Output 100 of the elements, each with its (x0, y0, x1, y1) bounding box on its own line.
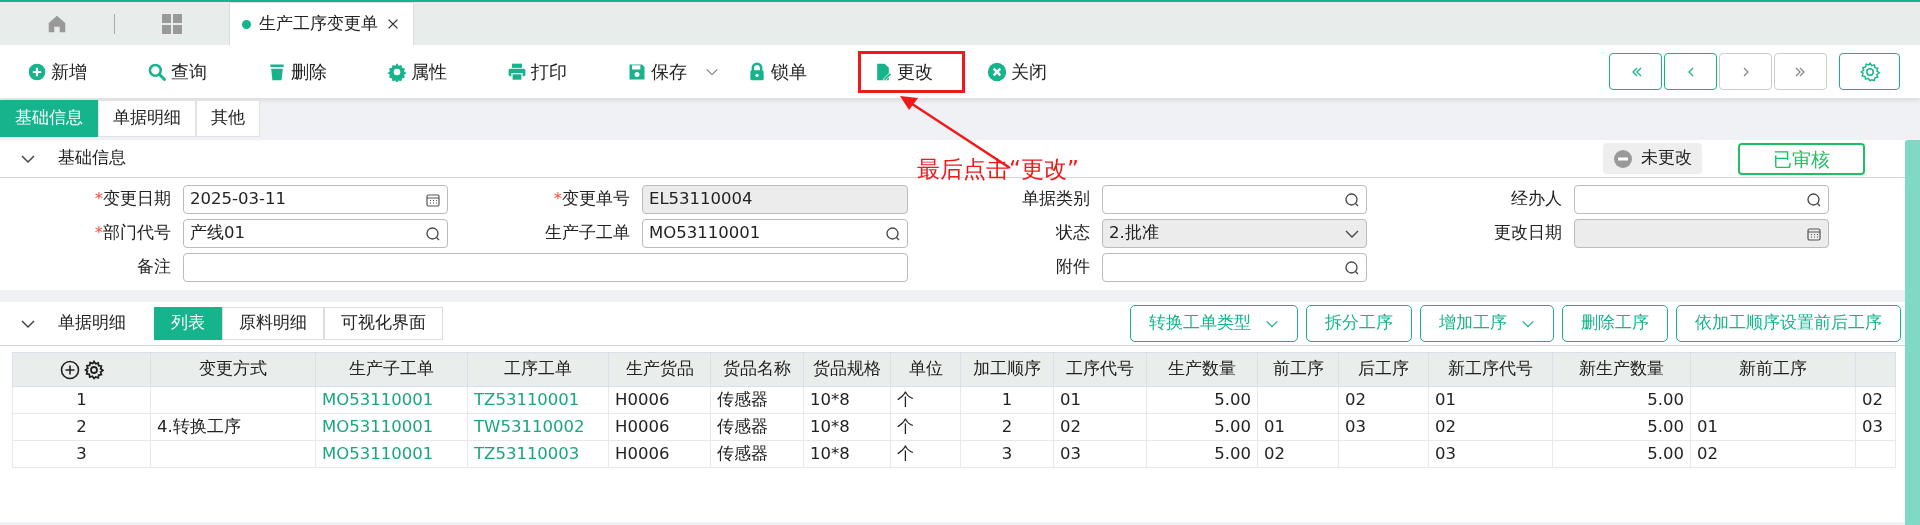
table-cell: 个 (890, 440, 961, 468)
nav-button[interactable] (1664, 53, 1717, 90)
toolbar-button[interactable]: 打印 (498, 50, 618, 93)
input-field[interactable]: 产线01 (183, 219, 448, 248)
toolbar-button[interactable]: 新增 (18, 50, 138, 93)
field-label: 更改日期 (1493, 222, 1562, 245)
field-label: 状态 (1055, 222, 1090, 245)
required-mark: * (553, 189, 562, 209)
gear-icon (387, 61, 407, 82)
add-row-icon (59, 359, 80, 380)
required-mark: * (94, 223, 103, 243)
table-cell: 03 (1428, 440, 1553, 468)
table-cell: 03 (1053, 440, 1147, 468)
view-tab[interactable]: 原料明细 (222, 307, 324, 340)
table-cell: 5.00 (1552, 386, 1691, 414)
grid-icon (160, 11, 184, 36)
column-header[interactable]: 货品规格 (803, 352, 891, 387)
form-tab[interactable]: 其他 (196, 100, 260, 137)
column-header[interactable]: 新前工序 (1690, 352, 1856, 387)
column-header[interactable]: 新生产数量 (1552, 352, 1691, 387)
minus-icon (1613, 148, 1633, 169)
column-header[interactable]: 工序代号 (1053, 352, 1147, 387)
table-cell: H0006 (608, 386, 711, 414)
toolbar-button[interactable]: 关闭 (978, 50, 1098, 93)
table-cell: 传感器 (710, 413, 804, 441)
search-icon (1806, 191, 1822, 208)
row-number: 3 (12, 440, 151, 468)
column-header[interactable]: 货品名称 (710, 352, 804, 387)
printer-icon (507, 61, 527, 82)
field-label: 部门代号 (103, 223, 171, 243)
table-cell: 02 (1855, 386, 1896, 414)
scrollbar[interactable] (1905, 140, 1920, 525)
section-title: 基础信息 (58, 147, 126, 170)
table-cell: 03 (1855, 413, 1896, 441)
field-label: 生产子工单 (544, 222, 630, 245)
table-cell: 5.00 (1146, 386, 1258, 414)
column-header[interactable]: 变更方式 (150, 352, 316, 387)
column-header[interactable]: 前工序 (1257, 352, 1339, 387)
toolbar-button[interactable]: 删除 (258, 50, 378, 93)
row-number: 2 (12, 413, 151, 441)
table-cell: 02 (1338, 386, 1429, 414)
table-cell: 个 (890, 386, 961, 414)
field-label: 变更日期 (103, 189, 171, 209)
toolbar-button[interactable]: 查询 (138, 50, 258, 93)
nav-button[interactable] (1609, 53, 1662, 90)
calendar-icon (425, 191, 441, 208)
toolbar-button[interactable]: 更改 (858, 50, 965, 93)
table-cell: 个 (890, 413, 961, 441)
table-cell: H0006 (608, 413, 711, 441)
close-icon (987, 61, 1007, 82)
field-label: 经办人 (1510, 188, 1562, 211)
toolbar-button[interactable]: 保存 (618, 50, 738, 93)
search-icon (1344, 191, 1360, 208)
input-field[interactable]: MO53110001 (642, 219, 908, 248)
table-cell: 10*8 (803, 413, 891, 441)
table-cell: 传感器 (710, 386, 804, 414)
column-header[interactable]: 工序工单 (467, 352, 609, 387)
table-cell: H0006 (608, 440, 711, 468)
table-cell: 10*8 (803, 440, 891, 468)
table-cell: 1 (960, 386, 1054, 414)
form-tab[interactable]: 单据明细 (98, 100, 196, 137)
date-field[interactable]: 2025-03-11 (183, 185, 448, 214)
toolbar-button[interactable]: 属性 (378, 50, 498, 93)
column-header[interactable]: 后工序 (1338, 352, 1429, 387)
column-header[interactable]: 单位 (890, 352, 961, 387)
column-header[interactable]: 加工顺序 (960, 352, 1054, 387)
view-tab[interactable]: 可视化界面 (324, 307, 443, 340)
table-cell: 01 (1053, 386, 1147, 414)
settings-button[interactable] (1839, 53, 1900, 90)
table-cell: 01 (1690, 413, 1856, 441)
table-cell: 2 (960, 413, 1054, 441)
column-header[interactable]: 生产子工单 (315, 352, 468, 387)
close-icon (386, 17, 400, 31)
document-tab[interactable]: 生产工序变更单 (229, 2, 414, 45)
input-field[interactable] (1574, 185, 1829, 214)
settings-icon (1858, 60, 1881, 83)
field-label: 变更单号 (562, 189, 630, 209)
table-cell: 5.00 (1146, 413, 1258, 441)
column-header[interactable]: 生产货品 (608, 352, 711, 387)
input-field[interactable] (183, 253, 908, 282)
input-field[interactable] (1102, 253, 1367, 282)
search-icon (425, 225, 441, 242)
table-cell: 01 (1257, 413, 1339, 441)
toolbar-button[interactable]: 锁单 (738, 50, 858, 93)
column-header[interactable]: 新工序代号 (1428, 352, 1553, 387)
search-icon (885, 225, 901, 242)
table-cell: 10*8 (803, 386, 891, 414)
table-cell: 03 (1338, 413, 1429, 441)
column-header[interactable]: 生产数量 (1146, 352, 1258, 387)
table-cell: 02 (1053, 413, 1147, 441)
lock-icon (747, 61, 767, 82)
table-cell: 4.转换工序 (150, 413, 316, 441)
section-title: 单据明细 (58, 312, 126, 335)
input-field[interactable] (1102, 185, 1367, 214)
status-dot (242, 19, 251, 29)
field-label: 附件 (1055, 256, 1090, 279)
table-cell: 5.00 (1146, 440, 1258, 468)
table-cell: 5.00 (1552, 440, 1691, 468)
table-cell: 02 (1690, 440, 1856, 468)
table-cell: 传感器 (710, 440, 804, 468)
